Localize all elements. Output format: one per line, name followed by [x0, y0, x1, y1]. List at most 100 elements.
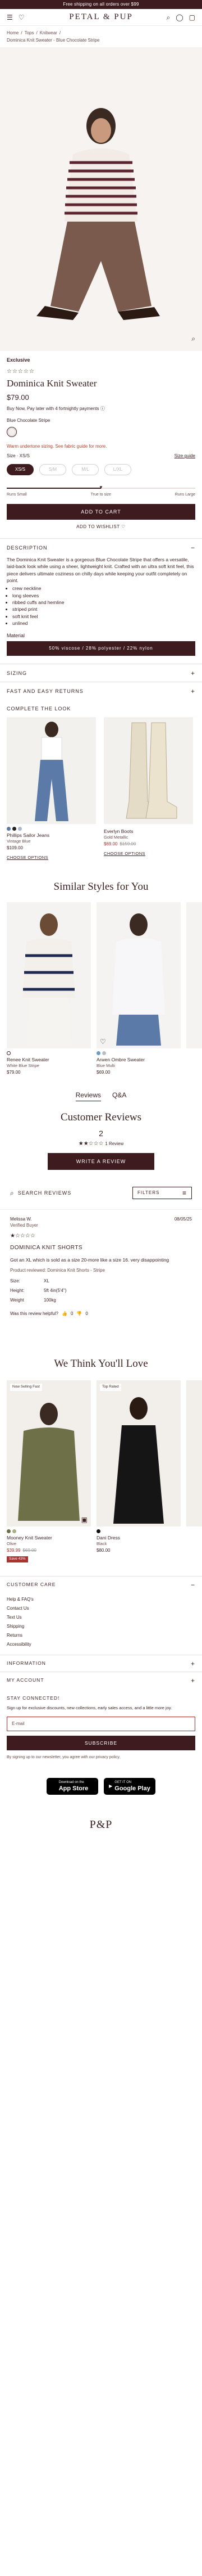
my-account-accordion[interactable]: MY ACCOUNT +	[0, 1672, 202, 1688]
menu-icon[interactable]: ☰	[7, 14, 13, 21]
product-image[interactable]: ⌕	[0, 47, 202, 351]
product-card-image[interactable]	[104, 717, 193, 824]
complete-the-look: COMPLETE THE LOOK Phillips Sailor Jeans …	[0, 705, 202, 861]
review-search: ⌕ SEARCH REVIEWS FILTERS ≡	[0, 1187, 202, 1200]
exclusive-badge: Exclusive	[7, 357, 30, 363]
description-body: The Dominica Knit Sweater is a gorgeous …	[0, 556, 202, 627]
size-option[interactable]: M/L	[72, 463, 99, 475]
rating-stars[interactable]: ☆☆☆☆☆	[7, 368, 195, 376]
product-card-name[interactable]: Mooney Knit Sweater	[7, 1535, 91, 1541]
write-review-button[interactable]: WRITE A REVIEW	[48, 1153, 154, 1170]
product-card[interactable]: ♡ Arwen Ombre Sweater Blue Multi $69.00	[97, 902, 181, 1076]
minus-icon: −	[190, 1580, 195, 1589]
description-accordion[interactable]: DESCRIPTION −	[0, 538, 202, 556]
color-swatch[interactable]	[7, 427, 17, 438]
product-card-name[interactable]: Arwen Ombre Sweater	[97, 1057, 181, 1063]
breadcrumb-knitwear[interactable]: Knitwear	[40, 30, 57, 37]
promo-bar[interactable]: Free shipping on all orders over $99	[0, 0, 202, 9]
bnpl-text[interactable]: Buy Now, Pay later with 4 fortnightly pa…	[7, 406, 195, 412]
filters-button[interactable]: FILTERS ≡	[132, 1187, 192, 1200]
reviews-heading: Customer Reviews	[60, 1111, 142, 1124]
product-card[interactable]: Top Rated Dani Dress Black $80.00	[97, 1380, 181, 1562]
sweater-photo	[22, 913, 75, 1046]
boots-photo	[126, 722, 177, 819]
product-card-image[interactable]	[7, 902, 91, 1048]
newsletter-text: Sign up for exclusive discounts, new col…	[7, 1705, 172, 1710]
app-store-badges: Download on the App Store ▶ GET IT ON Googl…	[0, 1778, 202, 1795]
average-stars: ★★☆☆☆ 1 Review	[78, 1140, 124, 1147]
information-accordion[interactable]: INFORMATION +	[0, 1655, 202, 1672]
app-store-button[interactable]: Download on the App Store	[47, 1778, 98, 1795]
product-card-image[interactable]: Now Selling Fast ▣	[7, 1380, 91, 1526]
thumbs-up-icon[interactable]: 👍	[62, 1311, 67, 1317]
product-card-image[interactable]: Top Rated	[97, 1380, 181, 1526]
email-field[interactable]: E-mail	[7, 1717, 195, 1732]
plus-icon: +	[190, 687, 195, 695]
product-card-image[interactable]: ♡	[97, 902, 181, 1048]
breadcrumb-tops[interactable]: Tops	[25, 30, 34, 37]
tab-reviews[interactable]: Reviews	[75, 1091, 101, 1102]
size-label: Size · XS/S	[7, 453, 30, 459]
review-stars: ★☆☆☆☆	[10, 1232, 35, 1239]
plus-icon: +	[190, 669, 195, 677]
search-reviews-input[interactable]: ⌕ SEARCH REVIEWS	[10, 1190, 71, 1196]
size-option[interactable]: XS/S	[7, 463, 34, 475]
tab-qa[interactable]: Q&A	[112, 1091, 126, 1101]
site-logo[interactable]: PETAL & PUP	[69, 11, 133, 22]
black-dress-photo	[113, 1397, 164, 1524]
fit-marker-icon: ▼	[99, 484, 103, 490]
customer-care-links: Help & FAQ's Contact Us Text Us Shipping…	[7, 1597, 34, 1647]
quick-add-icon[interactable]: ▣	[81, 1516, 88, 1523]
user-icon[interactable]: ◯	[176, 14, 183, 21]
newsletter: STAY CONNECTED! Sign up for exclusive di…	[0, 1688, 202, 1767]
product-tag: Top Rated	[100, 1383, 121, 1391]
returns-accordion[interactable]: FAST AND EASY RETURNS +	[0, 682, 202, 700]
product-card-name[interactable]: Everlyn Boots	[104, 828, 193, 835]
newsletter-heading: STAY CONNECTED!	[7, 1695, 60, 1701]
size-option[interactable]: S/M	[39, 463, 66, 475]
breadcrumb: Home / Tops / Knitwear /	[7, 30, 61, 37]
sizing-accordion[interactable]: SIZING +	[0, 664, 202, 682]
review-product[interactable]: Product reviewed: Dominica Knit Shorts -…	[10, 1268, 192, 1274]
plus-icon: +	[190, 1659, 195, 1668]
product-card-name[interactable]: Renee Knit Sweater	[7, 1057, 91, 1063]
olive-sweater-photo	[18, 1402, 80, 1521]
play-icon: ▶	[109, 1784, 113, 1789]
product-card-name[interactable]: Dani Dress	[97, 1535, 181, 1541]
heart-icon[interactable]: ♡	[100, 1038, 106, 1045]
product-card[interactable]: Everlyn Boots Gold Metallic $69.00 $159.0…	[104, 717, 193, 861]
add-to-wishlist-button[interactable]: ADD TO WISHLIST ♡	[7, 524, 195, 530]
size-guide-link[interactable]: Size guide	[175, 453, 195, 460]
product-card-image[interactable]	[7, 717, 96, 824]
product-card-name[interactable]: Phillips Sailor Jeans	[7, 832, 96, 839]
thumbs-down-icon[interactable]: 👎	[76, 1311, 82, 1317]
choose-options-link[interactable]: CHOOSE OPTIONS	[104, 851, 193, 857]
similar-heading: Similar Styles for You	[53, 881, 149, 893]
zoom-icon[interactable]: ⌕	[191, 335, 195, 342]
breadcrumb-home[interactable]: Home	[7, 30, 19, 37]
material-text: 50% viscose / 28% polyester / 22% nylon	[7, 641, 195, 656]
minus-icon: −	[190, 543, 195, 552]
choose-options-link[interactable]: CHOOSE OPTIONS	[7, 855, 96, 861]
google-play-button[interactable]: ▶ GET IT ON Google Play	[104, 1778, 155, 1795]
description-heading: DESCRIPTION	[7, 544, 48, 551]
add-to-cart-button[interactable]: ADD TO CART	[7, 504, 195, 520]
sale-badge: Save 43%	[7, 1556, 28, 1562]
product-card-price: $69.00 $159.00	[104, 841, 136, 847]
size-options: XS/S S/M M/L L/XL	[7, 463, 195, 475]
header-left-icons: ☰ ♡	[7, 14, 52, 21]
product-card[interactable]: Phillips Sailor Jeans Vintage Blue $109.…	[7, 717, 96, 861]
search-icon[interactable]: ⌕	[166, 14, 170, 21]
bag-icon[interactable]: ▢	[189, 14, 195, 21]
verified-badge: Verified Buyer	[10, 1223, 38, 1228]
product-info: Exclusive ☆☆☆☆☆ Dominica Knit Sweater $7…	[0, 357, 202, 531]
review-date: 08/05/25	[174, 1217, 192, 1222]
customer-care-accordion[interactable]: CUSTOMER CARE −	[0, 1576, 202, 1593]
product-card[interactable]: Now Selling Fast ▣ Mooney Knit Sweater O…	[7, 1380, 91, 1562]
description-bullets: crew neckline long sleeves ribbed cuffs …	[12, 585, 195, 627]
subscribe-button[interactable]: SUBSCRIBE	[7, 1736, 195, 1751]
product-card[interactable]: Renee Knit Sweater White Blue Stripe $79…	[7, 902, 91, 1076]
size-option[interactable]: L/XL	[104, 463, 131, 475]
product-title: Dominica Knit Sweater	[7, 378, 97, 389]
heart-icon[interactable]: ♡	[19, 14, 25, 21]
